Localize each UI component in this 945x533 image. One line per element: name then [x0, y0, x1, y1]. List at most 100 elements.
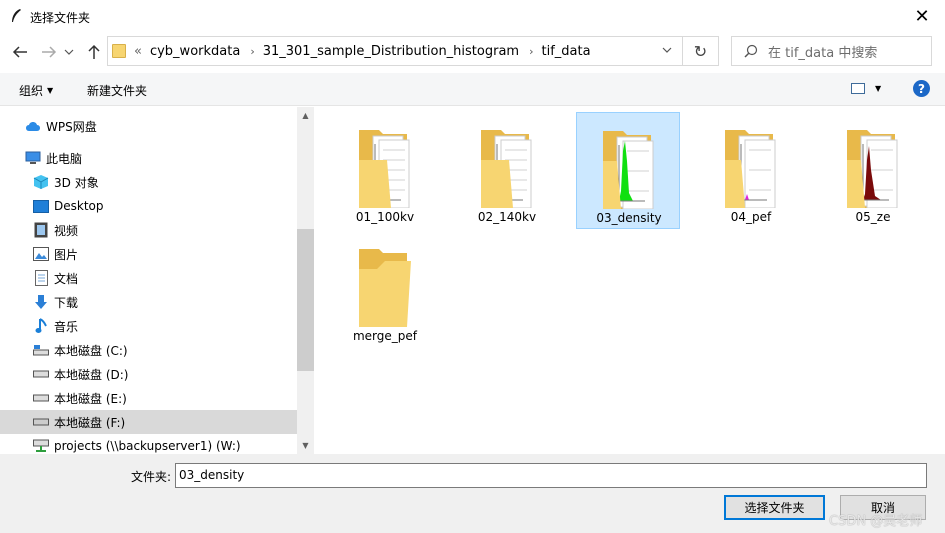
organize-menu[interactable]: 组织 ▼ — [19, 82, 53, 99]
folder-icon — [725, 130, 776, 208]
breadcrumb-separator[interactable]: › — [529, 45, 533, 58]
breadcrumb-item[interactable]: tif_data — [542, 44, 591, 59]
network-drive-icon — [33, 438, 49, 454]
folder-name-input[interactable]: 03_density — [175, 463, 927, 488]
folder-item-01-100kv[interactable]: 01_100kv — [333, 112, 437, 229]
up-button[interactable] — [83, 41, 105, 63]
sidebar-item-label: 本地磁盘 (F:) — [54, 415, 126, 430]
sidebar-item-videos[interactable]: 视频 — [0, 218, 297, 242]
folder-field-label: 文件夹: — [131, 470, 172, 484]
sidebar-item-label: 本地磁盘 (E:) — [54, 391, 127, 406]
sidebar-item-label: WPS网盘 — [46, 119, 97, 134]
picture-icon — [33, 246, 49, 262]
sidebar-item-drive-d[interactable]: 本地磁盘 (D:) — [0, 362, 297, 386]
breadcrumb-overflow[interactable]: « — [134, 44, 142, 59]
search-placeholder: 在 tif_data 中搜索 — [768, 45, 878, 61]
breadcrumb-item[interactable]: cyb_workdata — [150, 44, 240, 59]
feather-icon — [12, 9, 21, 22]
folder-item-04-pef[interactable]: 04_pef — [699, 112, 803, 229]
drive-icon — [33, 414, 49, 430]
folder-name: 01_100kv — [355, 210, 415, 224]
breadcrumb-separator[interactable]: › — [250, 45, 254, 58]
sidebar-item-downloads[interactable]: 下载 — [0, 290, 297, 314]
folder-item-03-density[interactable]: 03_density — [576, 112, 680, 229]
sidebar-item-label: 下载 — [54, 295, 79, 310]
sidebar-item-label: 图片 — [54, 247, 79, 262]
caret-down-icon: ▼ — [47, 86, 54, 95]
folder-name: 02_140kv — [477, 210, 537, 224]
new-folder-button[interactable]: 新建文件夹 — [87, 82, 147, 99]
close-icon: ✕ — [914, 5, 930, 27]
sidebar-item-pictures[interactable]: 图片 — [0, 242, 297, 266]
sidebar-item-3d-objects[interactable]: 3D 对象 — [0, 170, 297, 194]
title-bar: 选择文件夹 ✕ — [0, 0, 945, 32]
download-icon — [33, 294, 49, 310]
window-title: 选择文件夹 — [30, 11, 91, 25]
refresh-button[interactable]: ↻ — [683, 36, 719, 66]
sidebar-item-this-pc[interactable]: 此电脑 — [0, 146, 297, 170]
folder-icon — [112, 44, 126, 58]
sidebar-item-music[interactable]: 音乐 — [0, 314, 297, 338]
folder-name: merge_pef — [352, 329, 418, 343]
video-icon — [33, 222, 49, 238]
sidebar-item-drive-f[interactable]: 本地磁盘 (F:) — [0, 410, 297, 434]
desktop-icon — [33, 198, 49, 214]
folder-icon — [481, 130, 532, 208]
breadcrumb-item[interactable]: 31_301_sample_Distribution_histogram — [263, 44, 519, 59]
folder-view: 01_100kv 02_140kv 03_density 04_pef 05_z… — [315, 107, 945, 454]
scroll-down-icon[interactable]: ▼ — [297, 437, 314, 454]
arrow-up-icon — [88, 44, 100, 59]
recent-dropdown-button[interactable] — [62, 41, 76, 63]
drive-icon — [33, 366, 49, 382]
sidebar-scrollbar[interactable]: ▲ ▼ — [297, 107, 314, 454]
sidebar-item-network-drive-w[interactable]: projects (\\backupserver1) (W:) — [0, 434, 297, 454]
drive-icon — [33, 390, 49, 406]
arrow-left-icon — [12, 46, 27, 58]
folder-icon — [359, 130, 410, 208]
chevron-down-icon — [64, 49, 74, 55]
scroll-up-icon[interactable]: ▲ — [297, 107, 314, 124]
computer-icon — [25, 150, 41, 166]
folder-item-05-ze[interactable]: 05_ze — [821, 112, 925, 229]
arrow-right-icon — [42, 46, 57, 58]
help-icon[interactable]: ? — [913, 80, 930, 97]
sidebar-item-label: 文档 — [54, 271, 79, 286]
folder-icon — [847, 130, 898, 208]
back-button[interactable] — [9, 41, 31, 63]
view-options-icon[interactable] — [851, 83, 865, 94]
sidebar-item-label: Desktop — [54, 199, 104, 213]
sidebar-item-desktop[interactable]: Desktop — [0, 194, 297, 218]
folder-icon — [603, 131, 654, 209]
search-icon — [744, 44, 758, 58]
sidebar-item-label: 本地磁盘 (C:) — [54, 343, 128, 358]
forward-button[interactable] — [38, 41, 60, 63]
watermark: CSDN @吴老师 — [829, 514, 923, 529]
caret-down-icon[interactable]: ▼ — [875, 84, 881, 93]
folder-name: 03_density — [596, 211, 662, 225]
refresh-icon: ↻ — [693, 41, 708, 61]
document-icon — [33, 270, 49, 286]
search-input[interactable]: 在 tif_data 中搜索 — [731, 36, 932, 66]
sidebar-item-drive-c[interactable]: 本地磁盘 (C:) — [0, 338, 297, 362]
sidebar-item-wps-cloud[interactable]: WPS网盘 — [0, 114, 297, 138]
select-folder-button[interactable]: 选择文件夹 — [724, 495, 825, 520]
sidebar-item-documents[interactable]: 文档 — [0, 266, 297, 290]
sidebar-item-label: 本地磁盘 (D:) — [54, 367, 129, 382]
folder-icon — [359, 249, 411, 327]
sidebar-item-label: 3D 对象 — [54, 175, 99, 190]
chevron-down-icon[interactable] — [660, 43, 674, 57]
sidebar-item-label: 音乐 — [54, 319, 79, 334]
command-toolbar: 组织 ▼ 新建文件夹 — [0, 73, 945, 106]
address-bar[interactable]: « cyb_workdata › 31_301_sample_Distribut… — [107, 36, 683, 66]
folder-item-merge-pef[interactable]: merge_pef — [333, 231, 437, 348]
scrollbar-thumb[interactable] — [297, 229, 314, 371]
drive-c-icon — [33, 342, 49, 358]
music-icon — [33, 318, 49, 334]
sidebar-item-label: 视频 — [54, 223, 79, 238]
sidebar-item-drive-e[interactable]: 本地磁盘 (E:) — [0, 386, 297, 410]
cube-icon — [33, 174, 49, 190]
folder-item-02-140kv[interactable]: 02_140kv — [455, 112, 559, 229]
navigation-pane: WPS网盘 此电脑 3D 对象 Desktop 视频 图片 文档 下载 音乐 本… — [0, 107, 314, 454]
close-button[interactable]: ✕ — [899, 0, 945, 32]
sidebar-item-label: projects (\\backupserver1) (W:) — [54, 439, 241, 453]
